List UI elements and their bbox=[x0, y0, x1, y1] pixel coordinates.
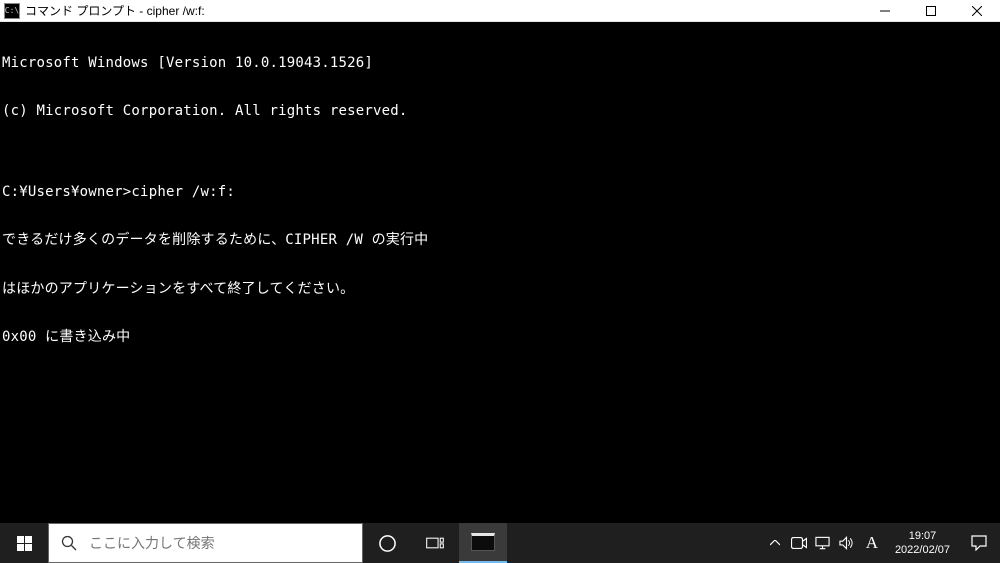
window: C:\ コマンド プロンプト - cipher /w:f: Microsoft … bbox=[0, 0, 1000, 563]
terminal-prompt-line: C:¥Users¥owner>cipher /w:f: bbox=[2, 184, 998, 200]
titlebar[interactable]: C:\ コマンド プロンプト - cipher /w:f: bbox=[0, 0, 1000, 22]
task-view-button[interactable] bbox=[411, 523, 459, 563]
minimize-icon bbox=[880, 6, 890, 16]
terminal-line: できるだけ多くのデータを削除するために、CIPHER /W の実行中 bbox=[2, 232, 998, 248]
maximize-button[interactable] bbox=[908, 0, 954, 21]
tray-ime-mode[interactable]: A bbox=[859, 523, 885, 563]
network-icon bbox=[815, 536, 830, 550]
window-title: コマンド プロンプト - cipher /w:f: bbox=[25, 2, 862, 19]
start-button[interactable] bbox=[0, 523, 48, 563]
terminal-line: 0x00 に書き込み中 bbox=[2, 329, 998, 345]
taskbar-search[interactable] bbox=[48, 523, 363, 563]
chevron-up-icon bbox=[770, 540, 780, 546]
terminal-line: (c) Microsoft Corporation. All rights re… bbox=[2, 103, 998, 119]
clock-time: 19:07 bbox=[909, 529, 937, 543]
close-button[interactable] bbox=[954, 0, 1000, 21]
taskbar-app-cmd[interactable] bbox=[459, 523, 507, 563]
action-center-button[interactable] bbox=[958, 523, 1000, 563]
speaker-icon bbox=[839, 536, 854, 550]
tray-volume[interactable] bbox=[835, 523, 859, 563]
cmd-app-icon bbox=[471, 533, 495, 551]
maximize-icon bbox=[926, 6, 936, 16]
search-icon bbox=[49, 535, 89, 551]
cortana-icon bbox=[378, 534, 397, 553]
minimize-button[interactable] bbox=[862, 0, 908, 21]
taskbar-spacer bbox=[507, 523, 761, 563]
terminal-line: Microsoft Windows [Version 10.0.19043.15… bbox=[2, 55, 998, 71]
tray-overflow-button[interactable] bbox=[763, 523, 787, 563]
windows-logo-icon bbox=[17, 536, 32, 551]
close-icon bbox=[972, 6, 982, 16]
system-tray: A bbox=[761, 523, 887, 563]
terminal-line: はほかのアプリケーションをすべて終了してください。 bbox=[2, 281, 998, 297]
terminal-output[interactable]: Microsoft Windows [Version 10.0.19043.15… bbox=[0, 22, 1000, 523]
cortana-button[interactable] bbox=[363, 523, 411, 563]
taskbar-clock[interactable]: 19:07 2022/02/07 bbox=[887, 523, 958, 563]
task-view-icon bbox=[426, 536, 444, 550]
clock-date: 2022/02/07 bbox=[895, 543, 950, 557]
camera-icon bbox=[791, 537, 807, 549]
taskbar: A 19:07 2022/02/07 bbox=[0, 523, 1000, 563]
notification-icon bbox=[971, 535, 987, 551]
tray-network[interactable] bbox=[811, 523, 835, 563]
cmd-titlebar-icon: C:\ bbox=[4, 3, 20, 19]
window-controls bbox=[862, 0, 1000, 21]
search-input[interactable] bbox=[89, 535, 362, 551]
tray-meet-now[interactable] bbox=[787, 523, 811, 563]
